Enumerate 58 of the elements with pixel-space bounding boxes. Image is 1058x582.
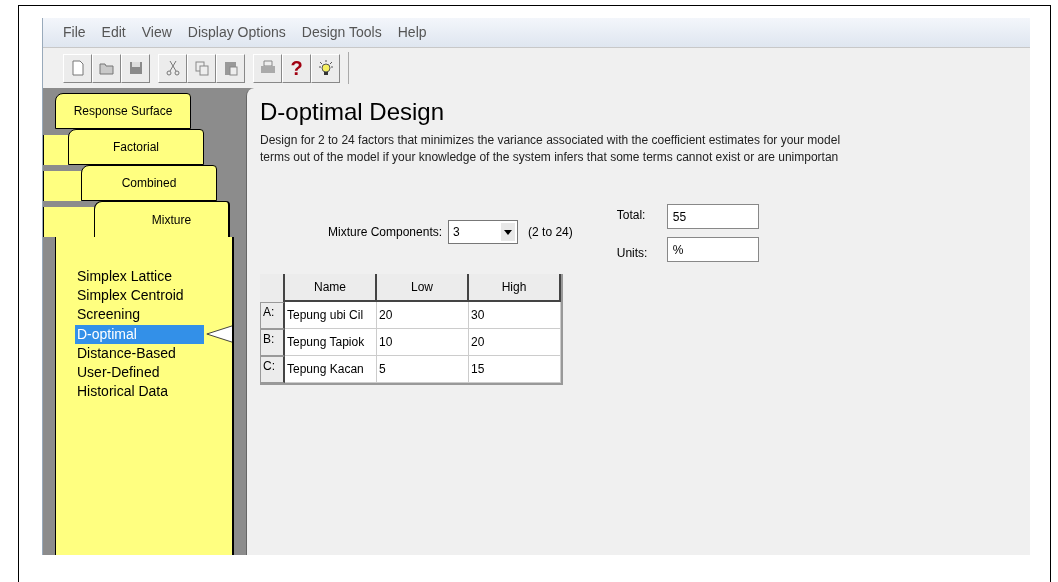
toolbar-button[interactable] — [158, 53, 187, 83]
row-label: B: — [260, 329, 285, 356]
menu-item[interactable]: Display Options — [187, 22, 286, 43]
tab[interactable]: Factorial — [68, 129, 204, 165]
description-text: terms out of the model if your knowledge of the system infers that some terms cannot exist or are unimportan — [260, 149, 840, 166]
toolbar-button[interactable] — [63, 53, 92, 83]
toolbar-button[interactable] — [311, 53, 340, 83]
table-corner — [260, 274, 285, 302]
menu-item[interactable]: Edit — [101, 22, 126, 43]
column-header: Low — [377, 274, 469, 302]
tab[interactable]: Response Surface — [55, 93, 191, 129]
row-label: C: — [260, 356, 285, 383]
table-cell[interactable]: 5 — [377, 356, 469, 383]
design-list-item[interactable]: Historical Data — [75, 382, 215, 401]
units-label: Units: — [616, 245, 649, 262]
table-cell[interactable]: 30 — [469, 302, 561, 329]
menu-item[interactable]: File — [63, 22, 86, 43]
table-cell[interactable]: Tepung Kacan — [285, 356, 377, 383]
design-list-item[interactable]: User-Defined — [75, 363, 215, 382]
pointer-icon — [204, 324, 232, 344]
toolbar-button[interactable] — [187, 53, 216, 83]
menu-item[interactable]: Design Tools — [301, 22, 382, 43]
components-dropdown[interactable]: 3 — [448, 220, 519, 244]
total-label: Total: — [616, 207, 647, 224]
toolbar-button[interactable] — [253, 53, 282, 83]
tab[interactable]: Mixture — [94, 201, 230, 237]
scissors-icon — [163, 59, 182, 77]
column-header: High — [469, 274, 561, 302]
range-hint: (2 to 24) — [528, 224, 573, 241]
description-text: Design for 2 to 24 factors that minimizes the variance associated with the coefficient estimates for your model — [260, 132, 842, 149]
tab-stub — [43, 135, 68, 165]
total-field[interactable]: 55 — [666, 204, 759, 229]
caret-icon — [501, 223, 516, 241]
table-cell[interactable]: 15 — [469, 356, 561, 383]
toolbar-button[interactable] — [121, 53, 150, 83]
tab-stub — [43, 171, 81, 201]
table-cell[interactable]: Tepung ubi Cil — [285, 302, 377, 329]
table-cell[interactable]: Tepung Tapiok — [285, 329, 377, 356]
components-label: Mixture Components: — [328, 224, 443, 241]
column-header: Name — [285, 274, 377, 302]
design-list-item[interactable]: Simplex Centroid — [75, 286, 215, 305]
table-cell[interactable]: 10 — [377, 329, 469, 356]
menu-item[interactable]: Help — [397, 22, 427, 43]
table-cell[interactable]: 20 — [377, 302, 469, 329]
design-list-item[interactable]: Screening — [75, 305, 215, 324]
tab[interactable]: Combined — [81, 165, 217, 201]
toolbar-button[interactable] — [216, 53, 245, 83]
design-list-item[interactable]: Distance-Based — [75, 344, 215, 363]
table-cell[interactable]: 20 — [469, 329, 561, 356]
copy-icon — [192, 59, 211, 77]
design-list-item[interactable]: Simplex Lattice — [75, 267, 215, 286]
units-field[interactable]: % — [666, 237, 759, 262]
row-label: A: — [260, 302, 285, 329]
toolbar-button[interactable] — [92, 53, 121, 83]
help-button[interactable]: ? — [282, 53, 311, 83]
light-bulb-icon — [316, 59, 335, 77]
page-title: D-optimal Design — [260, 97, 446, 127]
menu-item[interactable]: View — [141, 22, 172, 43]
